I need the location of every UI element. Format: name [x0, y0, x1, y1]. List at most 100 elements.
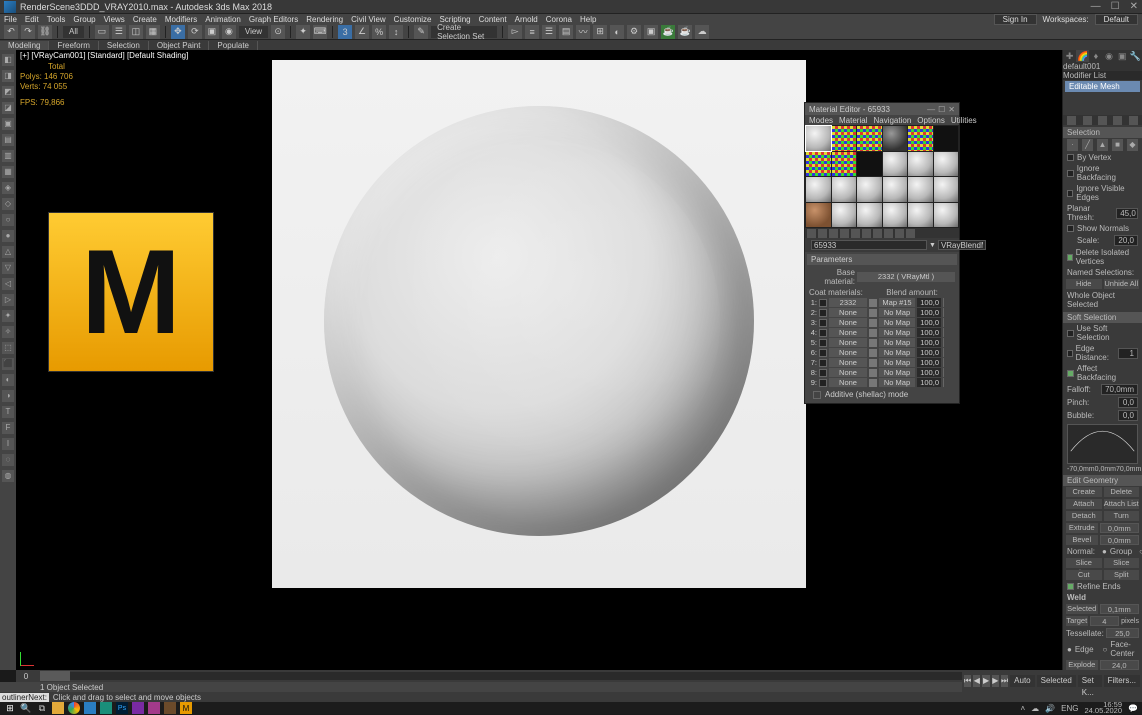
mat-goto-icon[interactable] [895, 229, 904, 238]
coat-amount-input[interactable]: 100,0 [917, 338, 941, 347]
coat-spinner[interactable] [943, 298, 949, 307]
menu-rendering[interactable]: Rendering [306, 15, 343, 24]
toggle-ribbon-icon[interactable]: ▤ [559, 25, 573, 39]
coat-spinner[interactable] [943, 348, 949, 357]
ignore-vis-check[interactable] [1067, 190, 1073, 197]
lt-23[interactable]: T [2, 406, 14, 418]
mat-assign-icon[interactable] [829, 229, 838, 238]
pin-stack-icon[interactable] [1067, 116, 1076, 125]
coat-material-button[interactable]: None [829, 358, 867, 367]
coat-color-swatch[interactable] [869, 339, 877, 347]
attachlist-button[interactable]: Attach List [1104, 499, 1140, 509]
layers-icon[interactable]: ☰ [542, 25, 556, 39]
move-button[interactable]: ✥ [171, 25, 185, 39]
coat-map-button[interactable]: No Map [879, 338, 915, 347]
grp-radio[interactable]: Group [1110, 547, 1132, 556]
coat-map-button[interactable]: No Map [879, 328, 915, 337]
rollout-editgeo[interactable]: Edit Geometry [1063, 475, 1142, 486]
menu-arnold[interactable]: Arnold [515, 15, 538, 24]
selection-set-dropdown[interactable]: Create Selection Set [431, 26, 497, 38]
mat-make-icon[interactable] [862, 229, 871, 238]
editnamed-icon[interactable]: ✎ [414, 25, 428, 39]
tray-net-icon[interactable]: 🔊 [1045, 704, 1055, 713]
coat-color-swatch[interactable] [869, 359, 877, 367]
coat-color-swatch[interactable] [869, 299, 877, 307]
menu-group[interactable]: Group [73, 15, 95, 24]
render-icon[interactable]: ☕ [661, 25, 675, 39]
timeline-track[interactable] [40, 672, 1034, 680]
coat-map-button[interactable]: No Map [879, 358, 915, 367]
sel-poly-icon[interactable]: ■ [1112, 139, 1123, 151]
lt-13[interactable]: △ [2, 246, 14, 258]
lt-5[interactable]: ▣ [2, 118, 14, 130]
explode-button[interactable]: Explode [1066, 660, 1098, 670]
lt-26[interactable]: ◌ [2, 454, 14, 466]
lt-18[interactable]: ✧ [2, 326, 14, 338]
coat-amount-input[interactable]: 100,0 [917, 348, 941, 357]
lt-3[interactable]: ◩ [2, 86, 14, 98]
menu-animation[interactable]: Animation [205, 15, 241, 24]
mat-get-icon[interactable] [807, 229, 816, 238]
tab-modify-icon[interactable]: 🌈 [1076, 50, 1089, 62]
minimize-button[interactable]: — [1091, 1, 1101, 12]
start-icon[interactable]: ⊞ [4, 702, 16, 714]
coat-enable-check[interactable] [819, 309, 827, 317]
unhide-button[interactable]: Unhide All [1104, 279, 1140, 289]
tab-utilities-icon[interactable]: 🔧 [1129, 50, 1142, 62]
mat-show-icon[interactable] [873, 229, 882, 238]
mat-slot-11[interactable] [908, 152, 933, 177]
link-button[interactable]: ⛓ [38, 25, 52, 39]
mat-showend-icon[interactable] [884, 229, 893, 238]
close-button[interactable]: ✕ [1130, 1, 1138, 12]
render-online-icon[interactable]: ☁ [695, 25, 709, 39]
mat-copy-icon[interactable] [851, 229, 860, 238]
photoshop-icon[interactable]: Ps [116, 702, 128, 714]
stack-editable-mesh[interactable]: Editable Mesh [1065, 81, 1140, 92]
mat-slot-17[interactable] [908, 177, 933, 202]
material-type-input[interactable] [938, 240, 986, 250]
create-button[interactable]: Create [1066, 487, 1102, 497]
mat-menu-material[interactable]: Material [839, 116, 867, 125]
mat-menu-nav[interactable]: Navigation [873, 116, 911, 125]
coat-spinner[interactable] [943, 358, 949, 367]
coat-material-button[interactable]: None [829, 338, 867, 347]
select-icon[interactable]: ▭ [95, 25, 109, 39]
show-norm-check[interactable] [1067, 225, 1074, 232]
affect-back-check[interactable] [1067, 370, 1074, 377]
search-icon[interactable]: 🔍 [20, 702, 32, 714]
lt-10[interactable]: ◇ [2, 198, 14, 210]
explorer-icon[interactable] [52, 702, 64, 714]
coat-map-button[interactable]: No Map [879, 378, 915, 387]
cut-button[interactable]: Cut [1066, 570, 1102, 580]
tray-lang[interactable]: ENG [1061, 704, 1078, 713]
scale-button[interactable]: ▣ [205, 25, 219, 39]
mat-slot-15[interactable] [857, 177, 882, 202]
taskview-icon[interactable]: ⧉ [36, 702, 48, 714]
menu-modifiers[interactable]: Modifiers [165, 15, 197, 24]
remove-mod-icon[interactable] [1113, 116, 1122, 125]
lt-4[interactable]: ◪ [2, 102, 14, 114]
goto-start-icon[interactable]: ⏮ [964, 675, 971, 687]
coat-material-button[interactable]: None [829, 328, 867, 337]
tab-create-icon[interactable]: ✚ [1063, 50, 1076, 62]
menu-tools[interactable]: Tools [47, 15, 66, 24]
modifier-list[interactable]: Modifier List [1063, 71, 1142, 80]
show-end-icon[interactable] [1083, 116, 1092, 125]
weld-sel-button[interactable]: Selected [1066, 604, 1098, 614]
coat-material-button[interactable]: None [829, 308, 867, 317]
timeline-handle[interactable] [40, 671, 70, 681]
by-vertex-check[interactable] [1067, 154, 1074, 161]
lt-11[interactable]: ○ [2, 214, 14, 226]
app-c-icon[interactable] [132, 702, 144, 714]
lt-21[interactable]: ◐ [2, 374, 14, 386]
ribbon-sec-freeform[interactable]: Freeform [49, 41, 98, 50]
app-b-icon[interactable] [100, 702, 112, 714]
coat-enable-check[interactable] [819, 359, 827, 367]
coat-amount-input[interactable]: 100,0 [917, 368, 941, 377]
lt-16[interactable]: ▷ [2, 294, 14, 306]
lt-17[interactable]: ✦ [2, 310, 14, 322]
coat-enable-check[interactable] [819, 339, 827, 347]
coat-map-button[interactable]: No Map [879, 308, 915, 317]
render-prod-icon[interactable]: ☕ [678, 25, 692, 39]
coat-color-swatch[interactable] [869, 369, 877, 377]
